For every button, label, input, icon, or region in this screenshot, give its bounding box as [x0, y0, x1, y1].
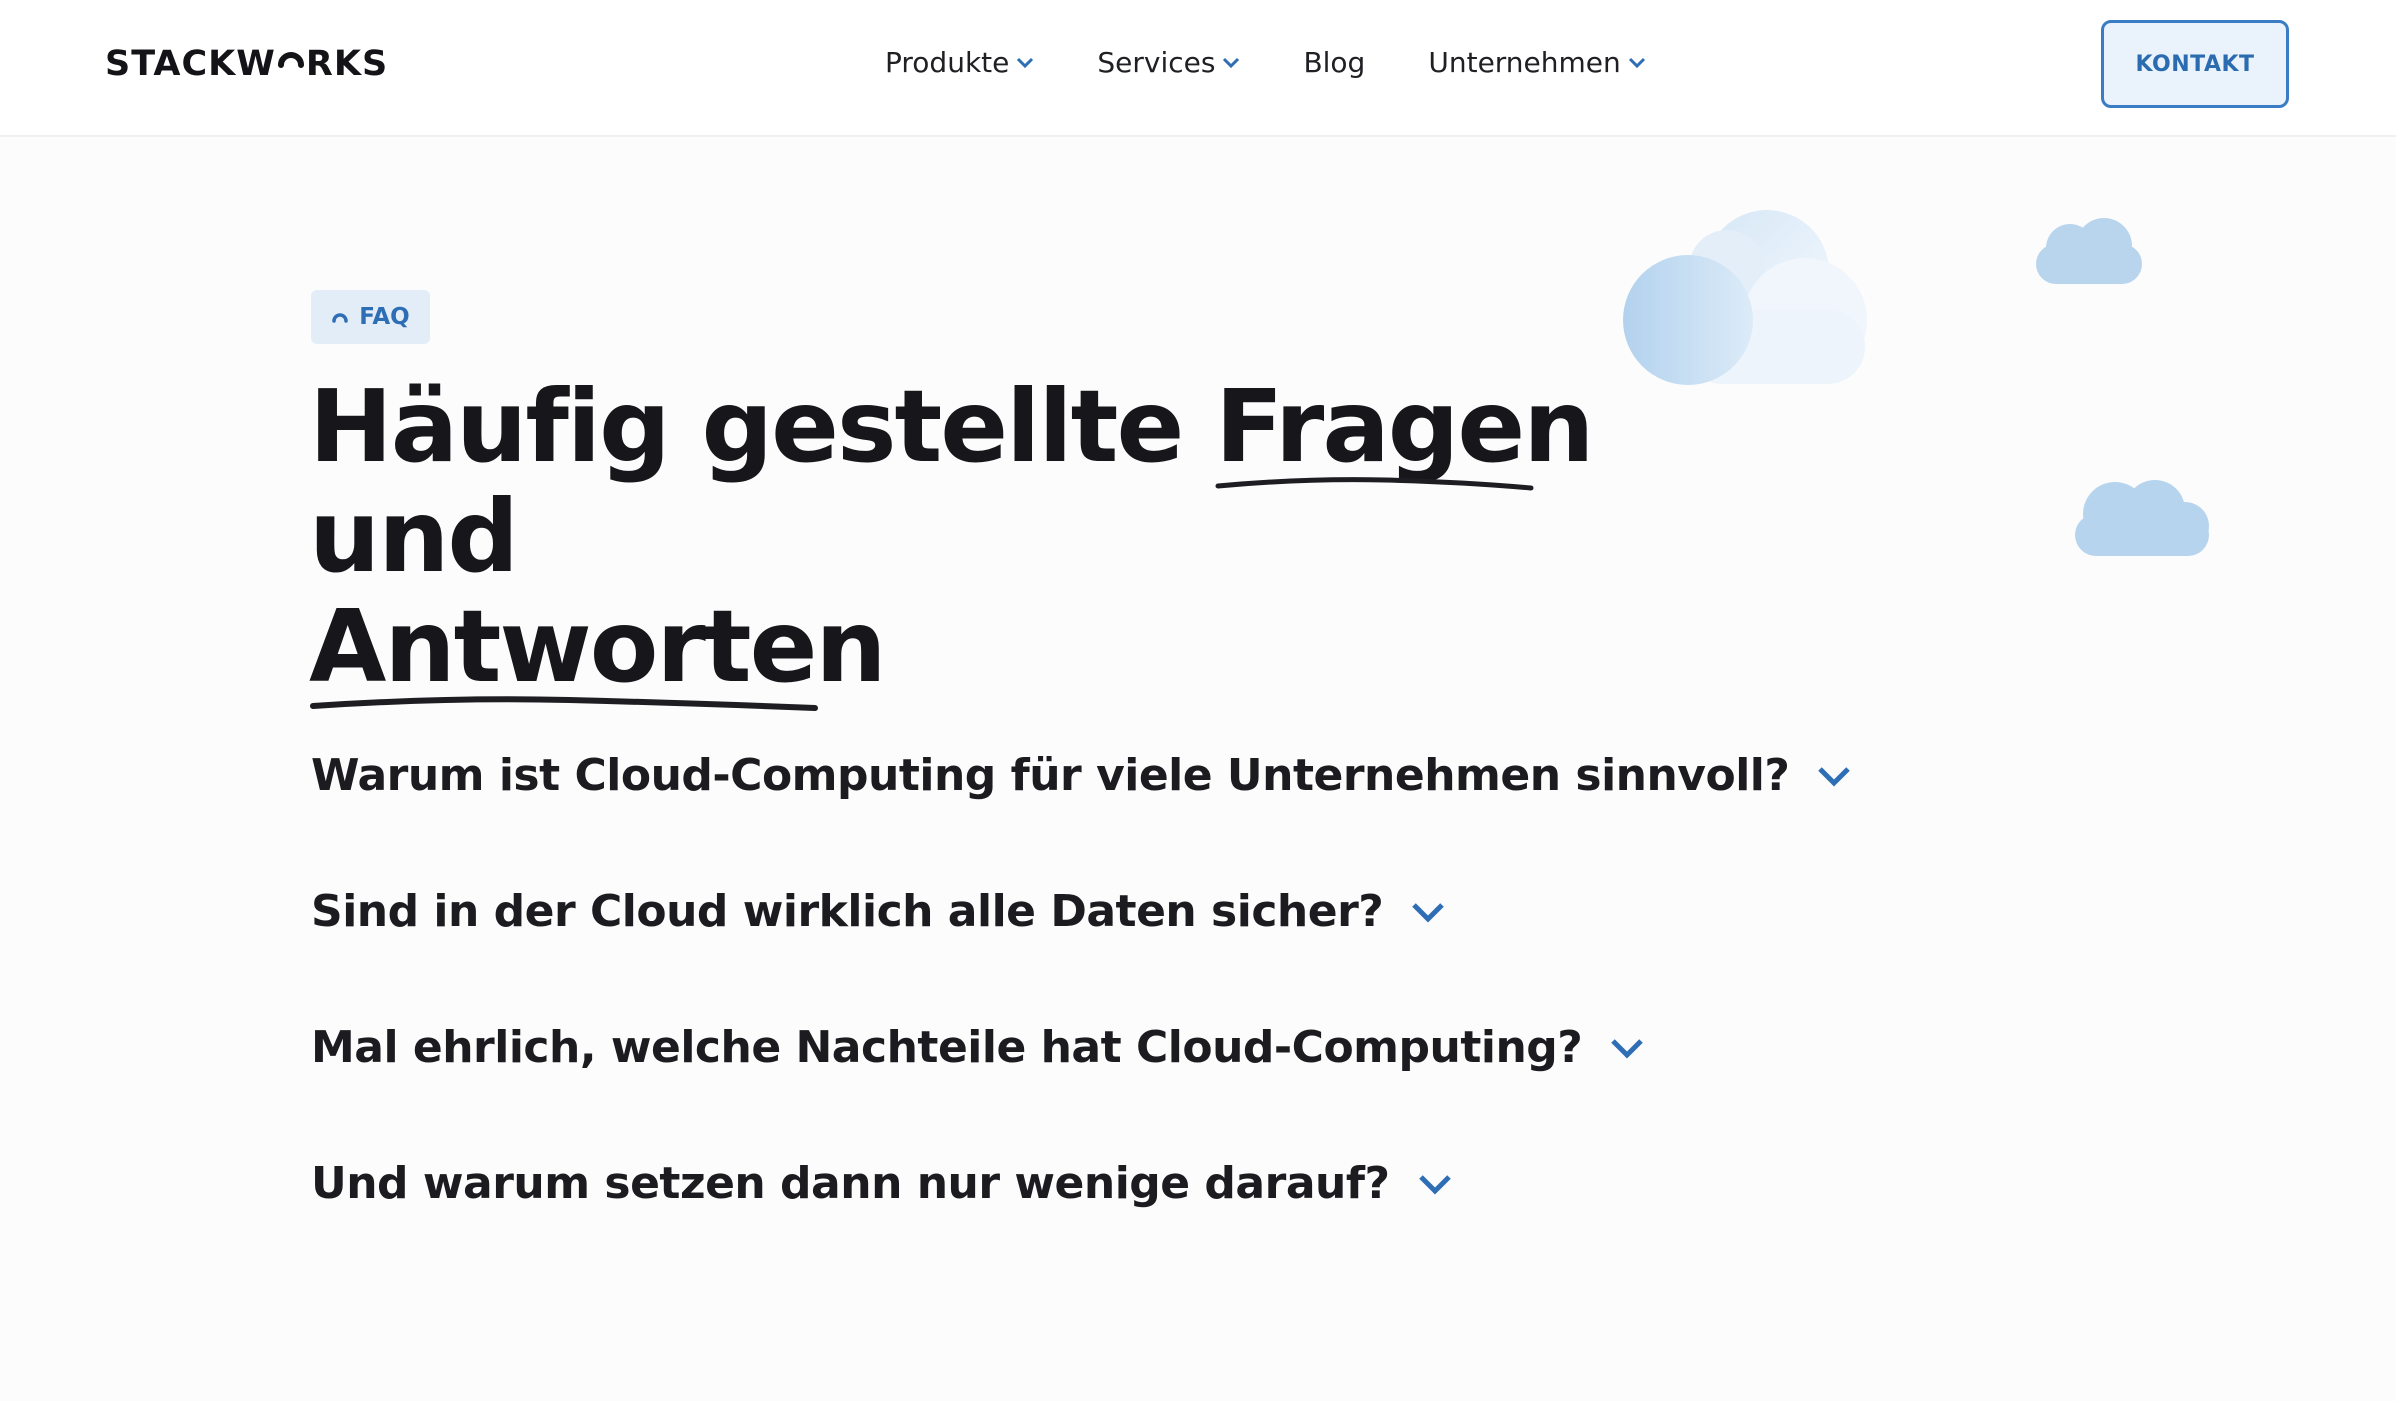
chevron-down-icon [1223, 57, 1240, 68]
nav-label: Services [1097, 46, 1216, 79]
cloud-large-illustration [1623, 210, 1867, 385]
nav-label: Blog [1303, 46, 1366, 79]
logo-text-left: STACKW [105, 44, 276, 84]
faq-question: Warum ist Cloud-Computing für viele Unte… [311, 750, 1790, 801]
contact-button[interactable]: KONTAKT [2101, 20, 2289, 108]
chevron-down-icon [1628, 57, 1645, 68]
chevron-down-icon [1418, 1174, 1451, 1195]
cloud-small-top-illustration [2036, 218, 2142, 284]
page-title: Häufig gestellte Fragen und Antworten [309, 372, 1709, 711]
cloud-small-bottom-illustration [2075, 480, 2209, 556]
nav-item-unternehmen[interactable]: Unternehmen [1428, 46, 1645, 79]
brush-underline [1215, 477, 1534, 491]
logo-text-right: RKS [305, 44, 389, 84]
nav-item-services[interactable]: Services [1097, 46, 1240, 79]
faq-question: Mal ehrlich, welche Nachteile hat Cloud-… [311, 1022, 1583, 1073]
faq-question: Sind in der Cloud wirklich alle Daten si… [311, 886, 1384, 937]
site-header: STACKW RKS Produkte Services Blog Untern… [0, 0, 2396, 137]
arc-icon [332, 313, 349, 323]
faq-badge: FAQ [311, 290, 430, 344]
faq-question: Und warum setzen dann nur wenige darauf? [311, 1158, 1390, 1209]
headline-word-antworten: Antworten [309, 588, 887, 705]
headline-word-fragen: Fragen [1215, 368, 1594, 485]
headline-part2: und [309, 478, 519, 595]
chevron-down-icon [1818, 766, 1851, 787]
logo[interactable]: STACKW RKS [105, 44, 388, 84]
faq-badge-label: FAQ [359, 304, 410, 330]
faq-item[interactable]: Und warum setzen dann nur wenige darauf? [311, 1158, 1452, 1209]
headline-part1: Häufig gestellte [309, 368, 1216, 485]
chevron-down-icon [1017, 57, 1034, 68]
nav-item-blog[interactable]: Blog [1303, 46, 1365, 79]
nav-label: Produkte [885, 46, 1010, 79]
nav-label: Unternehmen [1428, 46, 1621, 79]
main-nav: Produkte Services Blog Unternehmen [885, 46, 1709, 79]
headline-underlined-word: Fragen [1215, 372, 1594, 491]
nav-item-produkte[interactable]: Produkte [885, 46, 1034, 79]
faq-item[interactable]: Sind in der Cloud wirklich alle Daten si… [311, 886, 1445, 937]
chevron-down-icon [1611, 1038, 1644, 1059]
faq-item[interactable]: Warum ist Cloud-Computing für viele Unte… [311, 750, 1851, 801]
faq-item[interactable]: Mal ehrlich, welche Nachteile hat Cloud-… [311, 1022, 1644, 1073]
logo-arc-icon [277, 49, 305, 79]
brush-underline [310, 696, 818, 711]
headline-underlined-word: Antworten [309, 592, 887, 711]
chevron-down-icon [1412, 902, 1445, 923]
